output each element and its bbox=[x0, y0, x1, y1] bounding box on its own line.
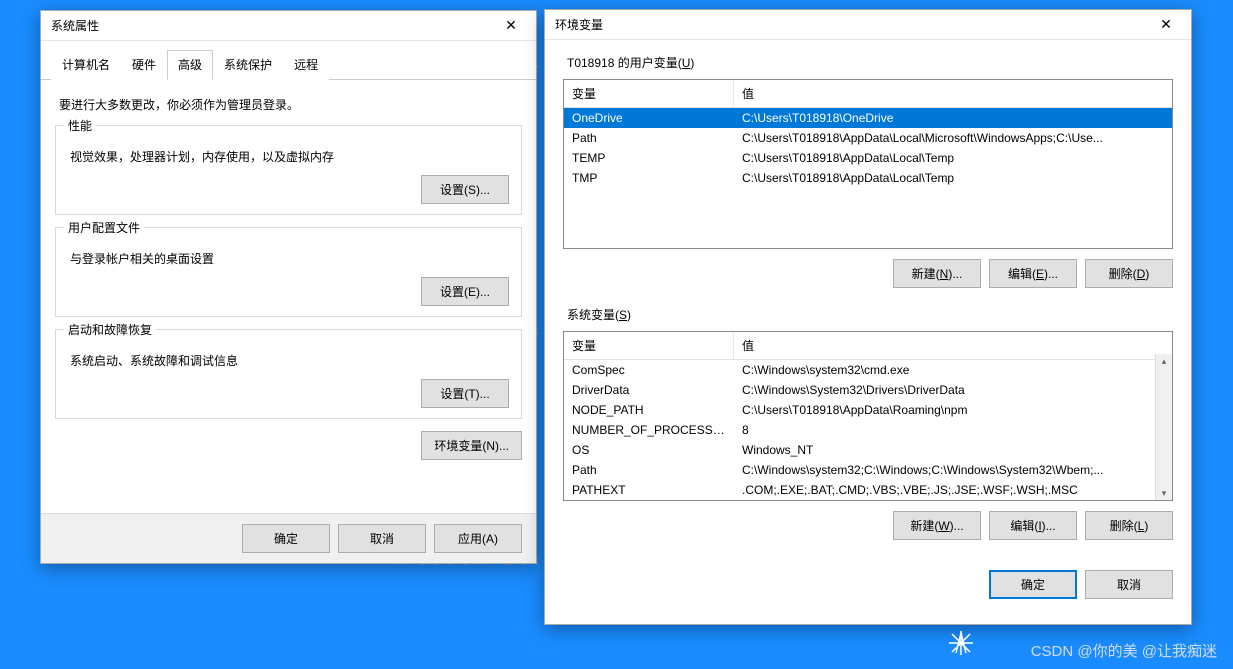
ok-button[interactable]: 确定 bbox=[989, 570, 1077, 599]
var-name-cell: DriverData bbox=[564, 381, 734, 399]
table-row[interactable]: TMPC:\Users\T018918\AppData\Local\Temp bbox=[564, 168, 1172, 188]
system-properties-dialog: 系统属性 ✕ 计算机名 硬件 高级 系统保护 远程 要进行大多数更改，你必须作为… bbox=[40, 10, 537, 564]
tab-advanced[interactable]: 高级 bbox=[167, 50, 213, 80]
var-value-cell: C:\Users\T018918\AppData\Local\Temp bbox=[734, 169, 1172, 187]
var-name-cell: TMP bbox=[564, 169, 734, 187]
var-value-cell: C:\Windows\System32\Drivers\DriverData bbox=[734, 381, 1172, 399]
var-name-cell: NUMBER_OF_PROCESSORS bbox=[564, 421, 734, 439]
var-value-cell: Windows_NT bbox=[734, 441, 1172, 459]
group-legend: 性能 bbox=[64, 117, 96, 134]
var-value-cell: C:\Users\T018918\AppData\Local\Microsoft… bbox=[734, 129, 1172, 147]
var-value-cell: C:\Windows\system32\cmd.exe bbox=[734, 361, 1172, 379]
watermark-blog: CSDN @你的美 @让我痴迷 bbox=[1031, 640, 1217, 661]
tab-system-protection[interactable]: 系统保护 bbox=[213, 50, 283, 80]
col-header-variable[interactable]: 变量 bbox=[564, 80, 734, 107]
window-title: 环境变量 bbox=[555, 16, 603, 33]
user-variables-list[interactable]: 变量 值 OneDriveC:\Users\T018918\OneDrivePa… bbox=[563, 79, 1173, 249]
close-icon[interactable]: ✕ bbox=[1151, 15, 1181, 35]
var-name-cell: ComSpec bbox=[564, 361, 734, 379]
star-icon bbox=[949, 631, 973, 655]
var-value-cell: .COM;.EXE;.BAT;.CMD;.VBS;.VBE;.JS;.JSE;.… bbox=[734, 481, 1172, 499]
var-name-cell: TEMP bbox=[564, 149, 734, 167]
cancel-button[interactable]: 取消 bbox=[338, 524, 426, 553]
environment-variables-dialog: 环境变量 ✕ T018918 的用户变量(U) 变量 值 OneDriveC:\… bbox=[544, 9, 1192, 625]
var-name-cell: NODE_PATH bbox=[564, 401, 734, 419]
cancel-button[interactable]: 取消 bbox=[1085, 570, 1173, 599]
group-desc: 与登录帐户相关的桌面设置 bbox=[70, 250, 507, 267]
ok-button[interactable]: 确定 bbox=[242, 524, 330, 553]
edit-sys-var-button[interactable]: 编辑(I)... bbox=[989, 511, 1077, 540]
apply-button[interactable]: 应用(A) bbox=[434, 524, 522, 553]
table-row[interactable]: TEMPC:\Users\T018918\AppData\Local\Temp bbox=[564, 148, 1172, 168]
system-variables-list[interactable]: 变量 值 ComSpecC:\Windows\system32\cmd.exeD… bbox=[563, 331, 1173, 501]
group-desc: 系统启动、系统故障和调试信息 bbox=[70, 352, 507, 369]
dialog-button-row: 确定 取消 应用(A) bbox=[41, 513, 536, 563]
table-row[interactable]: PathC:\Windows\system32;C:\Windows;C:\Wi… bbox=[564, 460, 1172, 480]
var-name-cell: Path bbox=[564, 461, 734, 479]
system-vars-label: 系统变量(S) bbox=[567, 306, 1173, 323]
environment-variables-button[interactable]: 环境变量(N)... bbox=[421, 431, 522, 460]
close-icon[interactable]: ✕ bbox=[496, 16, 526, 36]
group-legend: 用户配置文件 bbox=[64, 219, 144, 236]
table-row[interactable]: OneDriveC:\Users\T018918\OneDrive bbox=[564, 108, 1172, 128]
scrollbar[interactable]: ▴▾ bbox=[1155, 354, 1172, 500]
table-row[interactable]: PATHEXT.COM;.EXE;.BAT;.CMD;.VBS;.VBE;.JS… bbox=[564, 480, 1172, 500]
edit-user-var-button[interactable]: 编辑(E)... bbox=[989, 259, 1077, 288]
performance-group: 性能 视觉效果，处理器计划，内存使用，以及虚拟内存 设置(S)... bbox=[55, 125, 522, 215]
var-value-cell: C:\Users\T018918\AppData\Local\Temp bbox=[734, 149, 1172, 167]
tab-hardware[interactable]: 硬件 bbox=[121, 50, 167, 80]
var-name-cell: Path bbox=[564, 129, 734, 147]
performance-settings-button[interactable]: 设置(S)... bbox=[421, 175, 509, 204]
table-row[interactable]: PROCESSOR_ARCHITECTUREAMD64 bbox=[564, 500, 1172, 501]
var-value-cell: C:\Users\T018918\OneDrive bbox=[734, 109, 1172, 127]
delete-sys-var-button[interactable]: 删除(L) bbox=[1085, 511, 1173, 540]
group-desc: 视觉效果，处理器计划，内存使用，以及虚拟内存 bbox=[70, 148, 507, 165]
table-row[interactable]: NODE_PATHC:\Users\T018918\AppData\Roamin… bbox=[564, 400, 1172, 420]
col-header-value[interactable]: 值 bbox=[734, 332, 1172, 359]
tab-strip: 计算机名 硬件 高级 系统保护 远程 bbox=[41, 41, 536, 80]
delete-user-var-button[interactable]: 删除(D) bbox=[1085, 259, 1173, 288]
col-header-value[interactable]: 值 bbox=[734, 80, 1172, 107]
var-value-cell: C:\Users\T018918\AppData\Roaming\npm bbox=[734, 401, 1172, 419]
new-sys-var-button[interactable]: 新建(W)... bbox=[893, 511, 981, 540]
tab-remote[interactable]: 远程 bbox=[283, 50, 329, 80]
startup-settings-button[interactable]: 设置(T)... bbox=[421, 379, 509, 408]
group-legend: 启动和故障恢复 bbox=[64, 321, 156, 338]
list-header[interactable]: 变量 值 bbox=[564, 332, 1172, 360]
list-header[interactable]: 变量 值 bbox=[564, 80, 1172, 108]
var-name-cell: OS bbox=[564, 441, 734, 459]
dialog-button-row: 确定 取消 bbox=[545, 558, 1191, 615]
startup-recovery-group: 启动和故障恢复 系统启动、系统故障和调试信息 设置(T)... bbox=[55, 329, 522, 419]
var-value-cell: C:\Windows\system32;C:\Windows;C:\Window… bbox=[734, 461, 1172, 479]
table-row[interactable]: PathC:\Users\T018918\AppData\Local\Micro… bbox=[564, 128, 1172, 148]
new-user-var-button[interactable]: 新建(N)... bbox=[893, 259, 981, 288]
tab-computer-name[interactable]: 计算机名 bbox=[51, 50, 121, 80]
table-row[interactable]: DriverDataC:\Windows\System32\Drivers\Dr… bbox=[564, 380, 1172, 400]
table-row[interactable]: OSWindows_NT bbox=[564, 440, 1172, 460]
table-row[interactable]: NUMBER_OF_PROCESSORS8 bbox=[564, 420, 1172, 440]
titlebar[interactable]: 环境变量 ✕ bbox=[545, 10, 1191, 40]
titlebar[interactable]: 系统属性 ✕ bbox=[41, 11, 536, 41]
user-profile-group: 用户配置文件 与登录帐户相关的桌面设置 设置(E)... bbox=[55, 227, 522, 317]
var-name-cell: PATHEXT bbox=[564, 481, 734, 499]
table-row[interactable]: ComSpecC:\Windows\system32\cmd.exe bbox=[564, 360, 1172, 380]
var-value-cell: 8 bbox=[734, 421, 1172, 439]
admin-note: 要进行大多数更改，你必须作为管理员登录。 bbox=[59, 96, 518, 113]
var-name-cell: OneDrive bbox=[564, 109, 734, 127]
window-title: 系统属性 bbox=[51, 17, 99, 34]
profile-settings-button[interactable]: 设置(E)... bbox=[421, 277, 509, 306]
user-vars-label: T018918 的用户变量(U) bbox=[567, 54, 1173, 71]
col-header-variable[interactable]: 变量 bbox=[564, 332, 734, 359]
